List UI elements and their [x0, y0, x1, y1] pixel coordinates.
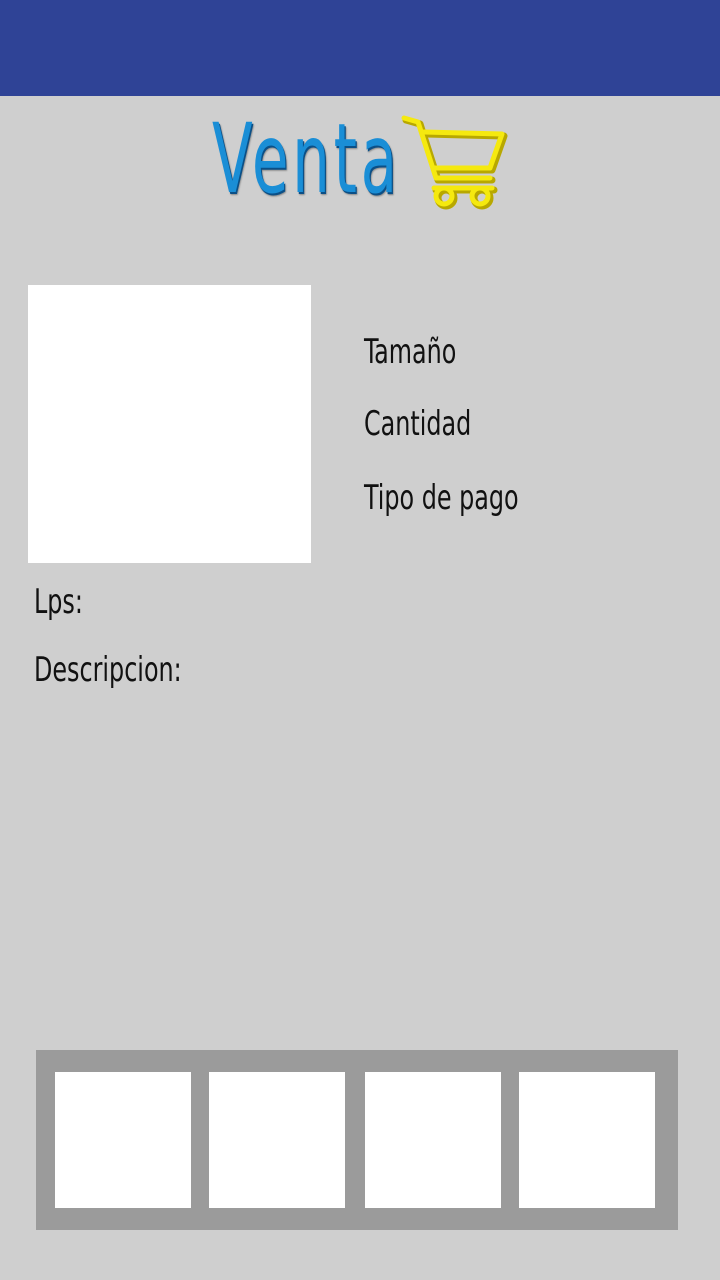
product-image[interactable]: [28, 285, 311, 563]
payment-type-label: Tipo de pago: [364, 478, 519, 518]
shopping-cart-icon: [401, 115, 508, 210]
thumbnail-4[interactable]: [519, 1072, 655, 1208]
thumbnail-3[interactable]: [365, 1072, 501, 1208]
size-label: Tamaño: [364, 332, 457, 372]
description-label: Descripcion:: [34, 650, 182, 690]
price-label: Lps:: [34, 582, 83, 622]
top-app-bar: [0, 0, 720, 96]
venta-logo: Venta: [200, 104, 520, 224]
app-title: Venta: [212, 103, 401, 215]
thumbnail-1[interactable]: [55, 1072, 191, 1208]
thumbnail-strip: [36, 1050, 678, 1230]
thumbnail-2[interactable]: [209, 1072, 345, 1208]
quantity-label: Cantidad: [364, 404, 472, 444]
